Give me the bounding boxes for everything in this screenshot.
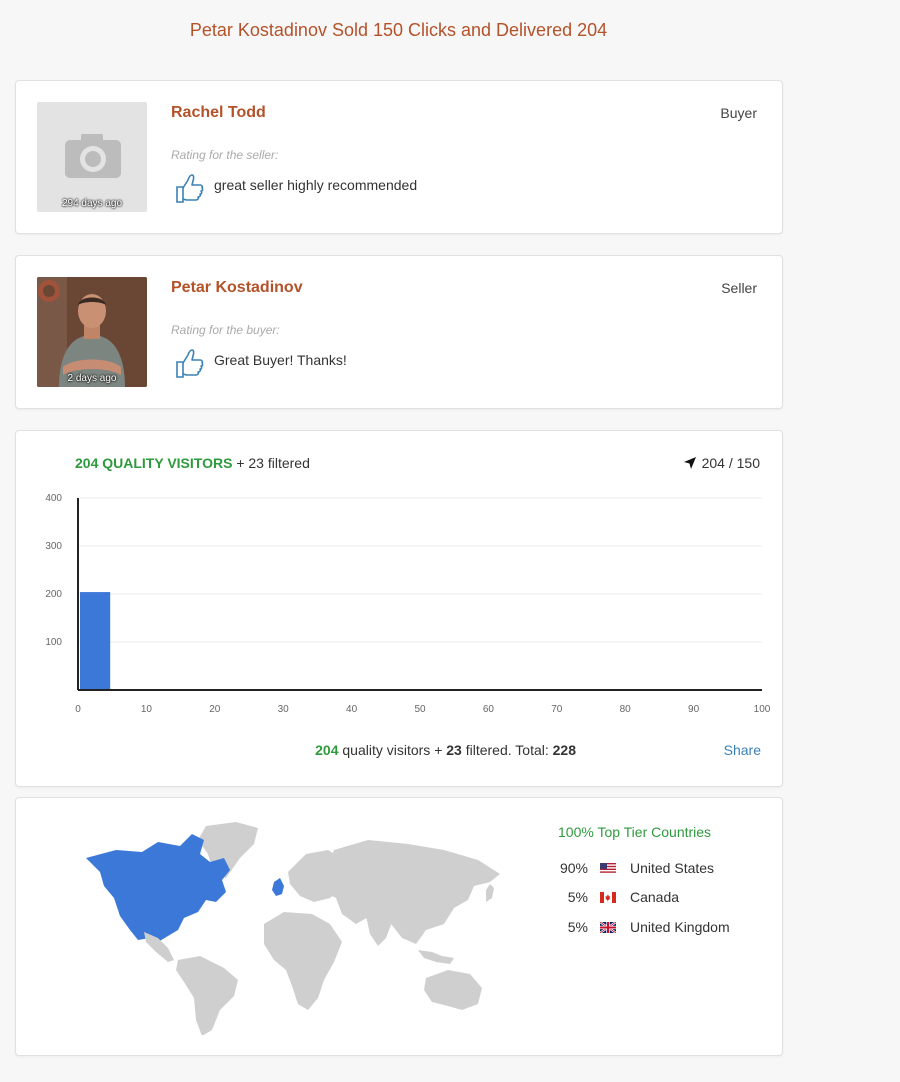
x-tick-label: 50 xyxy=(414,704,426,715)
reviewer-role: Buyer xyxy=(720,105,757,121)
reviewer-role: Seller xyxy=(721,280,757,296)
map-united-kingdom xyxy=(272,878,284,896)
country-pct: 90% xyxy=(559,860,588,876)
country-row-gb: 5% United Kingdom xyxy=(546,917,730,937)
country-pct: 5% xyxy=(567,889,588,905)
share-link[interactable]: Share xyxy=(724,742,761,758)
visitors-summary: 204 QUALITY VISITORS + 23 filtered xyxy=(75,455,310,471)
x-tick-label: 90 xyxy=(688,704,700,715)
review-time: 294 days ago xyxy=(61,198,123,209)
bar xyxy=(80,592,111,690)
thumbs-up-icon xyxy=(176,349,204,378)
map-japan xyxy=(486,884,494,902)
review-text: Great Buyer! Thanks! xyxy=(214,352,347,368)
countries-title: 100% Top Tier Countries xyxy=(558,824,712,840)
review-card-seller: 2 days ago Petar Kostadinov Seller Ratin… xyxy=(15,255,783,409)
footer-quality-count: 204 xyxy=(315,742,339,758)
visitors-footer: 204 quality visitors + 23 filtered. Tota… xyxy=(16,742,576,758)
country-name: United States xyxy=(630,860,715,876)
filtered-label: + 23 filtered xyxy=(236,455,310,471)
ratio-value: 204 / 150 xyxy=(701,455,760,471)
thumbs-up-icon xyxy=(176,174,204,203)
ca-flag-icon xyxy=(600,891,616,903)
page-title: Petar Kostadinov Sold 150 Clicks and Del… xyxy=(189,20,608,40)
us-flag-icon xyxy=(600,862,616,874)
countries-card: 100% Top Tier Countries 90% United State… xyxy=(15,797,783,1056)
map-africa xyxy=(264,912,342,1010)
map-indonesia xyxy=(418,950,454,964)
review-time: 2 days ago xyxy=(67,373,117,384)
avatar-placeholder: 294 days ago xyxy=(37,102,147,212)
x-tick-label: 10 xyxy=(141,704,153,715)
rating-label: Rating for the buyer: xyxy=(171,323,280,337)
country-pct: 5% xyxy=(567,919,588,935)
y-tick-label: 400 xyxy=(45,493,62,504)
visitors-bar-chart: 100 200 300 400 0 10 20 30 40 50 60 70 80 90 100 xyxy=(45,493,771,715)
user-photo-icon xyxy=(37,277,147,387)
reviewer-name[interactable]: Rachel Todd xyxy=(171,104,266,122)
footer-filtered-count: 23 xyxy=(446,742,462,758)
review-text: great seller highly recommended xyxy=(214,177,418,193)
reviewer-name[interactable]: Petar Kostadinov xyxy=(171,279,303,297)
quality-visitors-label: 204 QUALITY VISITORS xyxy=(75,455,233,471)
x-tick-label: 40 xyxy=(346,704,358,715)
y-tick-label: 100 xyxy=(45,637,62,648)
map-south-america xyxy=(176,956,238,1035)
x-tick-label: 100 xyxy=(754,704,771,715)
country-name: Canada xyxy=(630,889,680,905)
rating-label: Rating for the seller: xyxy=(171,148,279,162)
location-arrow-icon xyxy=(683,457,696,469)
footer-total: 228 xyxy=(552,742,576,758)
x-tick-label: 60 xyxy=(483,704,495,715)
x-tick-label: 70 xyxy=(551,704,563,715)
avatar-photo: 2 days ago xyxy=(37,277,147,387)
delivery-ratio: 204 / 150 xyxy=(683,455,760,471)
footer-filtered-text: filtered. Total: xyxy=(465,742,549,758)
world-map xyxy=(86,822,500,1035)
x-tick-label: 0 xyxy=(75,704,81,715)
gb-flag-icon xyxy=(600,921,616,933)
camera-icon xyxy=(65,134,121,178)
y-tick-label: 300 xyxy=(45,541,62,552)
y-tick-label: 200 xyxy=(45,589,62,600)
x-tick-label: 30 xyxy=(278,704,290,715)
map-asia xyxy=(324,840,500,944)
x-tick-label: 80 xyxy=(620,704,632,715)
country-name: United Kingdom xyxy=(630,919,730,935)
visitors-chart-card: 204 QUALITY VISITORS + 23 filtered 204 /… xyxy=(15,430,783,787)
review-card-buyer: 294 days ago Rachel Todd Buyer Rating fo… xyxy=(15,80,783,234)
map-australia xyxy=(424,970,482,1010)
country-row-ca: 5% Canada xyxy=(546,887,679,907)
country-row-us: 90% United States xyxy=(546,858,714,878)
footer-quality-text: quality visitors + xyxy=(342,742,443,758)
x-tick-label: 20 xyxy=(209,704,221,715)
